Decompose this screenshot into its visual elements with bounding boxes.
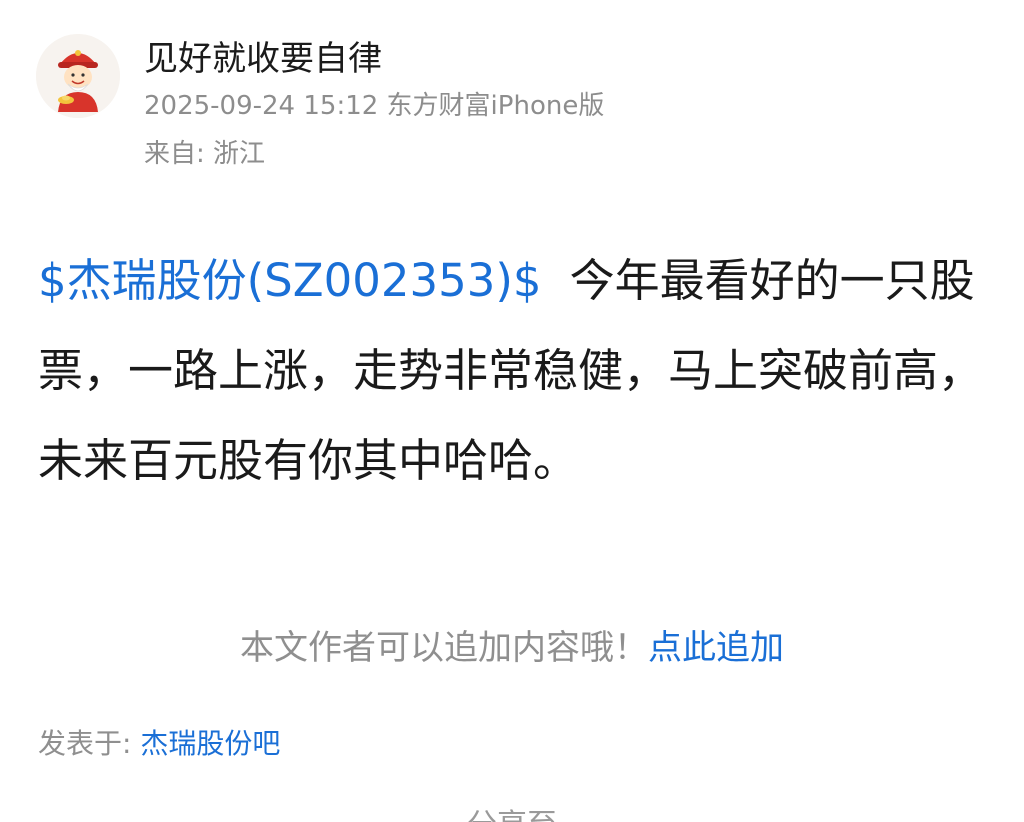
append-prompt: 本文作者可以追加内容哦！ — [240, 628, 648, 668]
forum-link[interactable]: 杰瑞股份吧 — [140, 727, 280, 760]
avatar[interactable] — [36, 34, 120, 118]
posted-in: 发表于: 杰瑞股份吧 — [38, 724, 280, 764]
post-location: 来自: 浙江 — [144, 139, 266, 169]
fortune-god-avatar-icon — [36, 34, 120, 118]
append-content-link[interactable]: 点此追加 — [648, 628, 784, 668]
stock-tag-link[interactable]: $杰瑞股份(SZ002353)$ — [38, 254, 542, 307]
author-header: 见好就收要自律 2025-09-24 15:12 东方财富iPhone版 来自:… — [36, 30, 986, 180]
author-name[interactable]: 见好就收要自律 — [144, 38, 382, 80]
post-timestamp-source: 2025-09-24 15:12 东方财富iPhone版 — [144, 91, 605, 121]
share-section-partial: 分享至 — [0, 806, 1024, 822]
post-body: $杰瑞股份(SZ002353)$ 今年最看好的一只股票，一路上涨，走势非常稳健，马… — [38, 236, 988, 506]
append-content-row: 本文作者可以追加内容哦！点此追加 — [0, 624, 1024, 672]
posted-in-label: 发表于: — [38, 727, 141, 760]
